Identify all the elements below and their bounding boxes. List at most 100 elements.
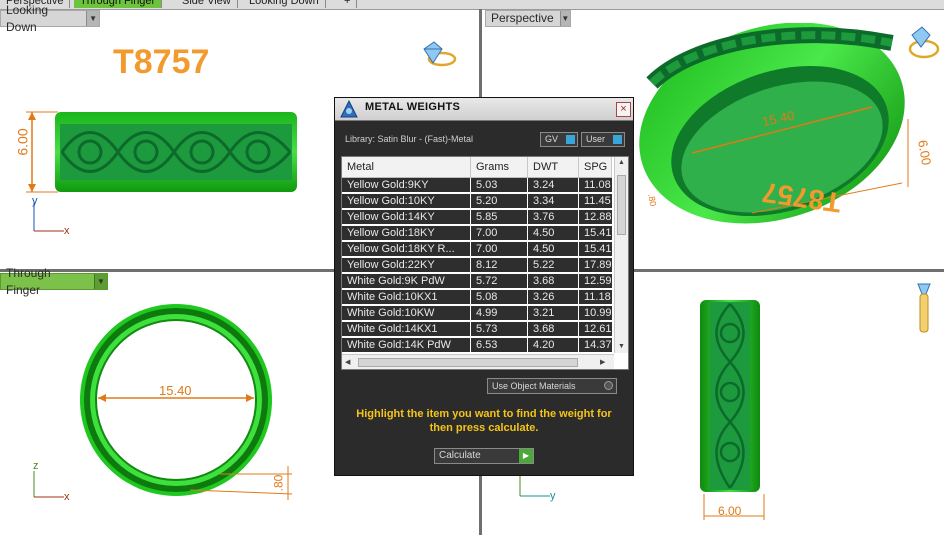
chevron-down-icon[interactable]: ▼ (86, 11, 99, 26)
tab-add[interactable]: + (338, 0, 358, 8)
cell-spg: 14.37 (579, 338, 619, 353)
cell-metal: White Gold:14KX1 (342, 322, 471, 337)
table-row[interactable]: Yellow Gold:14KY 5.85 3.76 12.88 (342, 210, 619, 225)
axis-y-label: y (32, 195, 38, 207)
ring-side-icon[interactable] (912, 280, 942, 336)
table-row[interactable]: Yellow Gold:10KY 5.20 3.34 11.45 (342, 194, 619, 209)
tab-through-finger[interactable]: Through Finger (74, 0, 163, 8)
table-row[interactable]: White Gold:14KX1 5.73 3.68 12.61 (342, 322, 619, 337)
chevron-down-icon[interactable]: ▼ (559, 11, 570, 26)
calculate-label: Calculate (439, 450, 481, 461)
user-label: User (586, 134, 606, 144)
viewport-label-looking-down[interactable]: Looking Down ▼ (0, 3, 100, 34)
cell-spg: 12.59 (579, 274, 619, 289)
cell-grams: 5.72 (471, 274, 528, 289)
cell-spg: 11.18 (579, 290, 619, 305)
vertical-scrollbar[interactable]: ▲ ▼ (614, 157, 628, 353)
viewport-label-perspective[interactable]: Perspective ▼ (485, 10, 571, 27)
calculate-button[interactable]: Calculate ▶ (434, 448, 534, 464)
viewport-label-text: Through Finger (6, 265, 51, 297)
cell-spg: 11.08 (579, 178, 619, 193)
library-label: Library: Satin Blur - (Fast)-Metal (345, 134, 474, 144)
cell-grams: 8.12 (471, 258, 528, 273)
instruction-text: Highlight the item you want to find the … (356, 408, 612, 434)
column-header-dwt[interactable]: DWT (528, 157, 579, 177)
cell-metal: Yellow Gold:9KY (342, 178, 471, 193)
play-arrow-icon: ▶ (519, 449, 533, 463)
ring-side-view-render (700, 300, 760, 492)
table-row[interactable]: Yellow Gold:18KY R... 7.00 4.50 15.41 (342, 242, 619, 257)
metal-weights-table: Metal Grams DWT SPG Yellow Gold:9KY 5.03 3… (341, 156, 629, 370)
table-row[interactable]: White Gold:10KW 4.99 3.21 10.99 (342, 306, 619, 321)
user-toggle[interactable]: User (581, 132, 625, 147)
cell-grams: 6.53 (471, 338, 528, 353)
scroll-right-icon[interactable]: ▶ (600, 358, 605, 366)
scale-icon (340, 99, 358, 118)
dialog-title: METAL WEIGHTS (365, 101, 461, 113)
cell-spg: 10.99 (579, 306, 619, 321)
cell-grams: 5.85 (471, 210, 528, 225)
cell-spg: 12.61 (579, 322, 619, 337)
column-header-metal[interactable]: Metal (342, 157, 471, 177)
scroll-down-icon[interactable]: ▼ (618, 343, 625, 350)
ring-diamond-icon[interactable] (416, 39, 460, 69)
table-row[interactable]: White Gold:9K PdW 5.72 3.68 12.59 (342, 274, 619, 289)
horizontal-scrollbar[interactable]: ◀ ▶ (342, 354, 614, 369)
table-row[interactable]: Yellow Gold:18KY 7.00 4.50 15.41 (342, 226, 619, 241)
cell-metal: Yellow Gold:22KY (342, 258, 471, 273)
dimension-width-label: 6.00 (718, 504, 742, 518)
cell-grams: 5.20 (471, 194, 528, 209)
chevron-down-icon[interactable]: ▼ (94, 274, 107, 289)
cell-metal: White Gold:9K PdW (342, 274, 471, 289)
scroll-thumb[interactable] (358, 358, 578, 367)
cell-grams: 7.00 (471, 242, 528, 257)
scroll-up-icon[interactable]: ▲ (618, 159, 625, 166)
cell-metal: Yellow Gold:10KY (342, 194, 471, 209)
viewport-label-through-finger[interactable]: Through Finger ▼ (0, 266, 108, 297)
use-object-materials-toggle[interactable]: Use Object Materials (487, 378, 617, 394)
axis-y-label: y (550, 490, 556, 502)
cell-dwt: 3.34 (528, 194, 579, 209)
viewport-label-text: Perspective (491, 11, 554, 25)
use-object-materials-label: Use Object Materials (492, 381, 576, 391)
tab-looking-down[interactable]: Looking Down (243, 0, 326, 8)
table-row[interactable]: Yellow Gold:22KY 8.12 5.22 17.89 (342, 258, 619, 273)
cell-dwt: 4.50 (528, 242, 579, 257)
cell-dwt: 3.26 (528, 290, 579, 305)
cell-dwt: 4.50 (528, 226, 579, 241)
axis-x-label: x (64, 491, 70, 503)
ring-engraving-text: T8757 (113, 43, 210, 81)
ring-through-finger-render (80, 304, 293, 500)
dimension-diameter-label: 15.40 (159, 383, 192, 398)
tab-side-view[interactable]: Side View (176, 0, 238, 8)
scroll-left-icon[interactable]: ◀ (345, 358, 350, 366)
cell-metal: Yellow Gold:18KY (342, 226, 471, 241)
cell-grams: 7.00 (471, 226, 528, 241)
scroll-thumb[interactable] (617, 175, 626, 235)
viewport-label-text: Looking Down (6, 2, 49, 34)
cell-metal: White Gold:14K PdW (342, 338, 471, 353)
cell-dwt: 3.76 (528, 210, 579, 225)
close-button[interactable]: × (616, 102, 631, 117)
axis-z-label: z (33, 460, 39, 472)
cell-dwt: 3.21 (528, 306, 579, 321)
column-header-grams[interactable]: Grams (471, 157, 528, 177)
ring-top-view-render (26, 111, 297, 193)
column-header-spg[interactable]: SPG (579, 157, 612, 177)
cell-grams: 5.73 (471, 322, 528, 337)
cell-spg: 12.88 (579, 210, 619, 225)
cell-spg: 15.41 (579, 242, 619, 257)
cell-metal: White Gold:10KX1 (342, 290, 471, 305)
table-header: Metal Grams DWT SPG (342, 157, 612, 178)
table-row[interactable]: White Gold:14K PdW 6.53 4.20 14.37 (342, 338, 619, 353)
cell-spg: 15.41 (579, 226, 619, 241)
cell-dwt: 4.20 (528, 338, 579, 353)
dialog-title-bar[interactable]: METAL WEIGHTS × (335, 98, 633, 121)
table-row[interactable]: White Gold:10KX1 5.08 3.26 11.18 (342, 290, 619, 305)
cell-dwt: 3.68 (528, 274, 579, 289)
cell-metal: White Gold:10KW (342, 306, 471, 321)
cell-grams: 4.99 (471, 306, 528, 321)
gv-toggle[interactable]: GV (540, 132, 578, 147)
table-row[interactable]: Yellow Gold:9KY 5.03 3.24 11.08 (342, 178, 619, 193)
cell-dwt: 3.24 (528, 178, 579, 193)
